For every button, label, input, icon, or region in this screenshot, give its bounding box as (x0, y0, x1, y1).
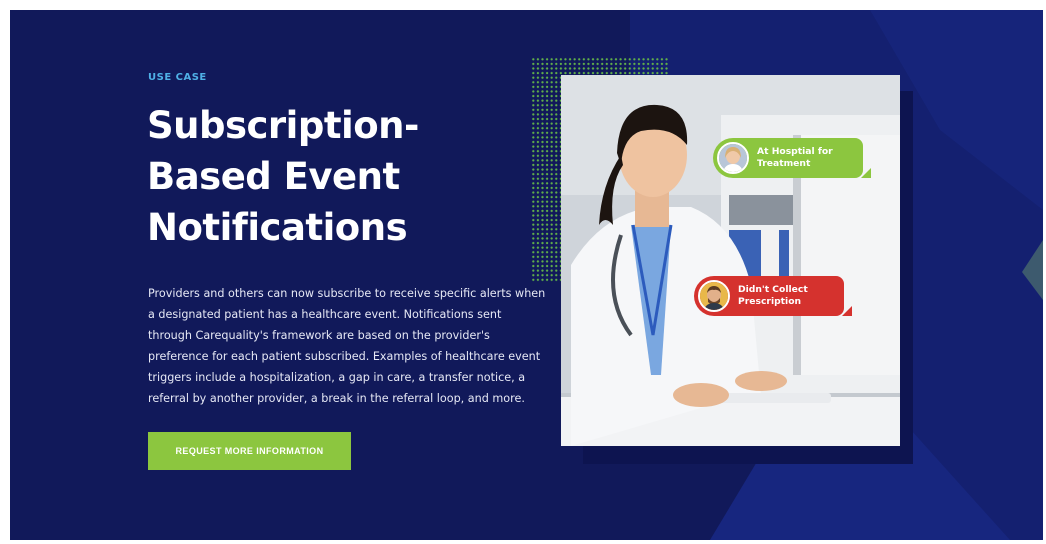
eyebrow-label: USE CASE (148, 72, 207, 83)
patient-avatar-icon (717, 142, 749, 174)
patient-avatar-icon (698, 280, 730, 312)
section-headline: Subscription-Based Event Notifications (147, 104, 419, 249)
bubble-tail (842, 306, 852, 316)
section-description: Providers and others can now subscribe t… (148, 287, 546, 405)
notification-hospital: At Hosptial for Treatment (713, 138, 871, 178)
notification-prescription: Didn't Collect Prescription (694, 276, 852, 316)
bubble-tail (861, 168, 871, 178)
doctor-photo (561, 75, 900, 446)
notification-prescription-label: Didn't Collect Prescription (738, 284, 808, 307)
notification-hospital-label: At Hosptial for Treatment (757, 146, 833, 169)
request-info-button[interactable]: REQUEST MORE INFORMATION (148, 432, 351, 470)
